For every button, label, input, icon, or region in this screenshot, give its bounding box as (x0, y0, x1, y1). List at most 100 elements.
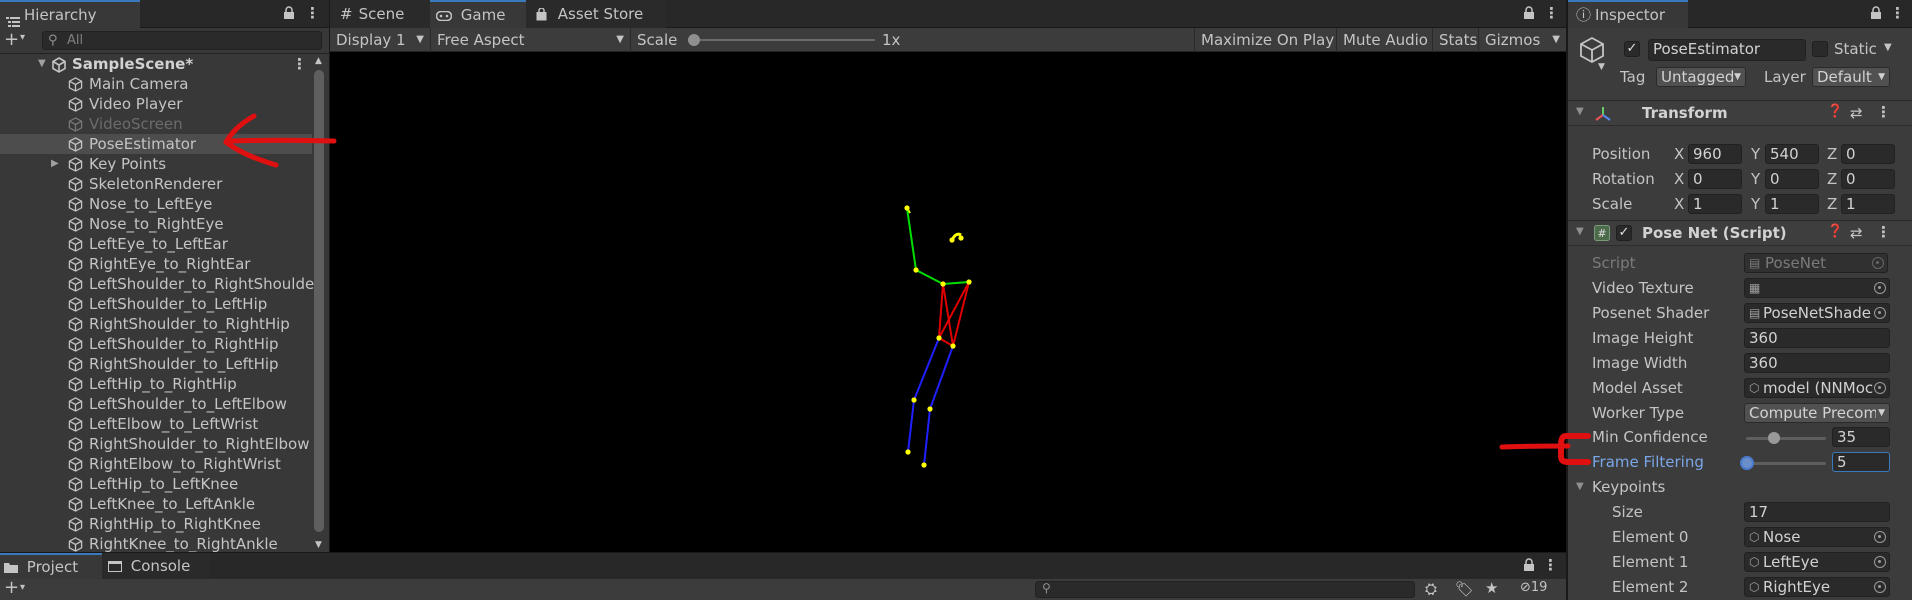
scale-knob[interactable] (688, 34, 700, 46)
component-menu-icon[interactable]: ⋮ (1876, 103, 1891, 121)
scroll-down-icon[interactable]: ▼ (315, 540, 322, 550)
hierarchy-item[interactable]: RightEye_to_RightEar (0, 254, 312, 274)
transform-scale-y-field[interactable]: 1 (1765, 194, 1819, 214)
min-confidence-field[interactable]: 35 (1832, 427, 1890, 447)
expand-arrow-icon[interactable]: ▼ (38, 54, 46, 74)
hierarchy-item[interactable]: Video Player (0, 94, 312, 114)
hierarchy-item[interactable]: RightShoulder_to_RightElbow (0, 434, 312, 454)
kebab-menu-icon[interactable]: ⋮ (1890, 4, 1905, 24)
hierarchy-item[interactable]: LeftElbow_to_LeftWrist (0, 414, 312, 434)
tab-hierarchy[interactable]: Hierarchy (0, 0, 140, 28)
game-view[interactable] (330, 52, 1566, 552)
lock-icon[interactable] (1870, 6, 1882, 20)
tab-project[interactable]: Project (0, 553, 102, 579)
worker-type-field[interactable]: Compute Precom ▼ (1744, 403, 1890, 423)
tab-scene[interactable]: # Scene (330, 0, 430, 28)
posenet-shader-field[interactable]: ▤ PoseNetShade (1744, 303, 1890, 323)
hierarchy-item[interactable]: LeftShoulder_to_RightShoulder (0, 274, 320, 294)
object-picker-icon[interactable] (1874, 307, 1886, 319)
add-icon[interactable]: + (4, 30, 19, 50)
help-icon[interactable]: ❓ (1827, 104, 1843, 119)
hierarchy-item[interactable]: Nose_to_LeftEye (0, 194, 312, 214)
tag-label-icon[interactable]: 🏷 (1455, 580, 1474, 598)
expand-arrow-icon[interactable]: ▶ (51, 154, 59, 174)
object-picker-icon[interactable] (1874, 282, 1886, 294)
hierarchy-item[interactable]: Main Camera (0, 74, 312, 94)
transform-position-y-field[interactable]: 540 (1765, 144, 1819, 164)
search-input[interactable]: ⚲ All (42, 31, 322, 50)
hierarchy-scrollbar[interactable]: ▲ ▼ (314, 56, 324, 550)
object-picker-icon[interactable] (1874, 382, 1886, 394)
object-picker-icon[interactable] (1874, 556, 1886, 568)
kebab-menu-icon[interactable]: ⋮ (1544, 4, 1559, 24)
min-confidence-knob[interactable] (1768, 432, 1780, 444)
hierarchy-item[interactable]: RightElbow_to_RightWrist (0, 454, 312, 474)
scene-menu-icon[interactable]: ⋮ (292, 54, 307, 74)
transform-position-z-field[interactable]: 0 (1841, 144, 1895, 164)
transform-rotation-x-field[interactable]: 0 (1688, 169, 1742, 189)
transform-rotation-y-field[interactable]: 0 (1765, 169, 1819, 189)
collapse-arrow-icon[interactable]: ▼ (1576, 226, 1584, 237)
chevron-down-icon[interactable]: ▾ (20, 32, 25, 43)
collapse-arrow-icon[interactable]: ▼ (1576, 481, 1584, 492)
hierarchy-item[interactable]: LeftKnee_to_LeftAnkle (0, 494, 312, 514)
help-icon[interactable]: ❓ (1827, 224, 1843, 239)
transform-scale-z-field[interactable]: 1 (1841, 194, 1895, 214)
object-name-field[interactable]: PoseEstimator (1648, 39, 1806, 61)
stats-button[interactable]: Stats (1432, 28, 1478, 52)
kebab-menu-icon[interactable]: ⋮ (305, 4, 320, 24)
mute-audio-button[interactable]: Mute Audio (1336, 28, 1432, 52)
project-search-input[interactable]: ⚲ (1035, 581, 1415, 598)
scroll-thumb[interactable] (314, 70, 324, 532)
add-icon[interactable]: + (4, 578, 19, 598)
hidden-packages-icon[interactable]: ⊘19 (1520, 580, 1547, 595)
maximize-on-play-button[interactable]: Maximize On Play (1194, 28, 1336, 52)
chevron-down-icon[interactable]: ▼ (1598, 62, 1605, 72)
hierarchy-item[interactable]: SkeletonRenderer (0, 174, 312, 194)
transform-header[interactable]: ▼ Transform ❓ ⇄ ⋮ (1568, 100, 1912, 126)
posenet-header[interactable]: ▼ # ✓ Pose Net (Script) ❓ ⇄ ⋮ (1568, 220, 1912, 246)
gizmos-button[interactable]: Gizmos ▼ (1478, 28, 1566, 52)
scale-track[interactable] (695, 39, 875, 41)
hierarchy-item[interactable]: RightShoulder_to_RightHip (0, 314, 312, 334)
transform-scale-x-field[interactable]: 1 (1688, 194, 1742, 214)
hierarchy-item[interactable]: RightKnee_to_RightAnkle (0, 534, 312, 552)
transform-position-x-field[interactable]: 960 (1688, 144, 1742, 164)
hierarchy-item[interactable]: PoseEstimator (0, 134, 312, 154)
hierarchy-item[interactable]: LeftShoulder_to_LeftElbow (0, 394, 312, 414)
lock-icon[interactable] (1523, 6, 1535, 20)
model-asset-field[interactable]: ⬡ model (NNMoc (1744, 378, 1890, 398)
chevron-down-icon[interactable]: ▼ (1884, 42, 1892, 53)
image-height-field[interactable]: 360 (1744, 328, 1890, 348)
keypoint-element-field[interactable]: ⬡ RightEye (1744, 577, 1890, 597)
hierarchy-item[interactable]: ▶ Key Points (0, 154, 312, 174)
scale-control[interactable]: Scale 1x (630, 28, 960, 52)
tab-asset-store[interactable]: Asset Store (526, 0, 666, 28)
hierarchy-item[interactable]: RightHip_to_RightKnee (0, 514, 312, 534)
preset-icon[interactable]: ⇄ (1850, 224, 1863, 242)
kebab-menu-icon[interactable]: ⋮ (1543, 556, 1558, 576)
lock-icon[interactable] (1523, 558, 1535, 572)
min-confidence-slider[interactable] (1746, 437, 1826, 440)
tab-console[interactable]: Console (102, 553, 210, 579)
hierarchy-item[interactable]: LeftHip_to_RightHip (0, 374, 312, 394)
object-picker-icon[interactable] (1874, 581, 1886, 593)
layer-dropdown[interactable]: Default ▼ (1812, 67, 1890, 87)
keypoints-size-field[interactable]: 17 (1744, 502, 1890, 522)
image-width-field[interactable]: 360 (1744, 353, 1890, 373)
collapse-arrow-icon[interactable]: ▼ (1576, 106, 1584, 117)
hierarchy-item[interactable]: LeftShoulder_to_RightHip (0, 334, 312, 354)
keypoint-element-field[interactable]: ⬡ Nose (1744, 527, 1890, 547)
static-checkbox[interactable] (1812, 41, 1828, 57)
favorite-star-icon[interactable]: ★ (1485, 579, 1498, 597)
chevron-down-icon[interactable]: ▾ (20, 582, 25, 593)
preset-icon[interactable]: ⇄ (1850, 104, 1863, 122)
transform-rotation-z-field[interactable]: 0 (1841, 169, 1895, 189)
component-menu-icon[interactable]: ⋮ (1876, 223, 1891, 241)
script-enabled-checkbox[interactable]: ✓ (1616, 225, 1632, 241)
aspect-dropdown[interactable]: Free Aspect ▼ (430, 28, 630, 52)
tag-dropdown[interactable]: Untagged ▼ (1656, 67, 1746, 87)
frame-filtering-knob[interactable] (1740, 456, 1754, 470)
hierarchy-item[interactable]: Nose_to_RightEye (0, 214, 312, 234)
hierarchy-item[interactable]: LeftShoulder_to_LeftHip (0, 294, 312, 314)
